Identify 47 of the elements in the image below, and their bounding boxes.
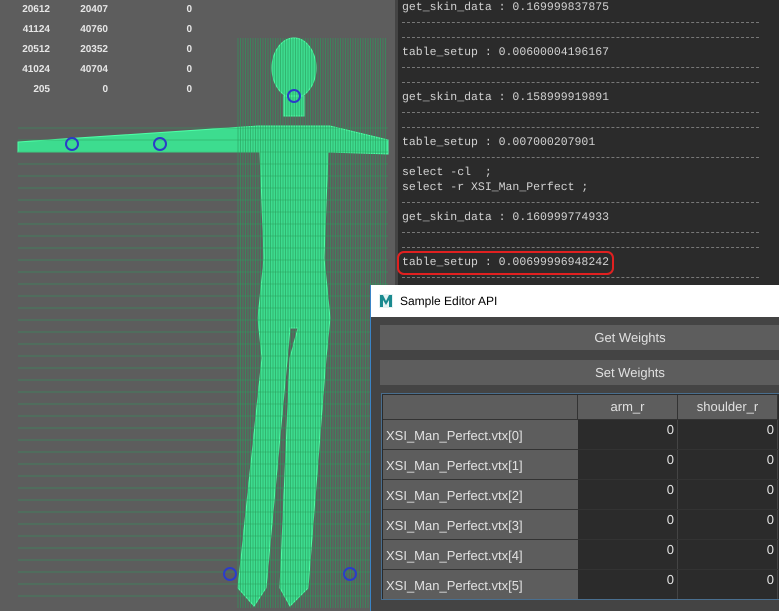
stat-value: 0 (185, 63, 192, 77)
stat-value: 20512 (21, 43, 50, 57)
output-line: table_setup : 0.007000207901 (402, 136, 596, 150)
table-cell: 0 (678, 540, 778, 569)
output-line: get_skin_data : 0.158999919891 (402, 90, 610, 104)
table-cell: 0 (578, 450, 678, 479)
stat-value: 40760 (79, 23, 108, 37)
stat-value: 0 (185, 83, 192, 97)
stat-value: 20612 (21, 3, 50, 17)
row-header[interactable]: XSI_Man_Perfect.vtx[3] (383, 510, 578, 539)
output-line: select -r XSI_Man_Perfect ; (402, 180, 588, 194)
table-cell: 0 (678, 570, 778, 599)
stat-value: 0 (185, 23, 192, 37)
table-cell: 0 (578, 540, 678, 569)
row-header[interactable]: XSI_Man_Perfect.vtx[5] (383, 570, 578, 599)
action-button[interactable]: Get Weights (380, 325, 779, 350)
window-title: Sample Editor API (400, 293, 498, 310)
stat-value: 205 (32, 83, 50, 97)
table-cell: 0 (578, 510, 678, 539)
stat-value: 41024 (21, 63, 50, 77)
table-cell: 0 (678, 480, 778, 509)
column-header[interactable]: arm_r (578, 395, 678, 419)
output-line: get_skin_data : 0.169999837875 (402, 0, 610, 14)
stat-value: 0 (185, 3, 192, 17)
app-logo-icon (379, 294, 393, 308)
stat-value: 0 (185, 43, 192, 57)
table-cell: 0 (578, 480, 678, 509)
table-cell: 0 (578, 420, 678, 449)
output-line: get_skin_data : 0.160999774933 (402, 210, 610, 224)
table-cell: 0 (678, 510, 778, 539)
output-line: table_setup : 0.00699996948242 (399, 252, 612, 272)
row-header[interactable]: XSI_Man_Perfect.vtx[2] (383, 480, 578, 509)
row-header[interactable]: XSI_Man_Perfect.vtx[4] (383, 540, 578, 569)
stat-value: 41124 (22, 23, 50, 37)
stat-value: 20407 (79, 3, 108, 17)
row-header[interactable]: XSI_Man_Perfect.vtx[1] (383, 450, 578, 479)
stat-value: 0 (101, 83, 108, 97)
table-cell: 0 (678, 420, 778, 449)
row-header[interactable]: XSI_Man_Perfect.vtx[0] (383, 420, 578, 449)
column-header[interactable]: shoulder_r (678, 395, 778, 419)
output-line: select -cl ; (402, 166, 492, 180)
table-cell: 0 (678, 450, 778, 479)
output-line: table_setup : 0.00600004196167 (402, 46, 610, 60)
stat-value: 20352 (79, 43, 108, 57)
stat-value: 40704 (79, 63, 108, 77)
table-cell: 0 (578, 570, 678, 599)
action-button[interactable]: Set Weights (380, 360, 779, 385)
